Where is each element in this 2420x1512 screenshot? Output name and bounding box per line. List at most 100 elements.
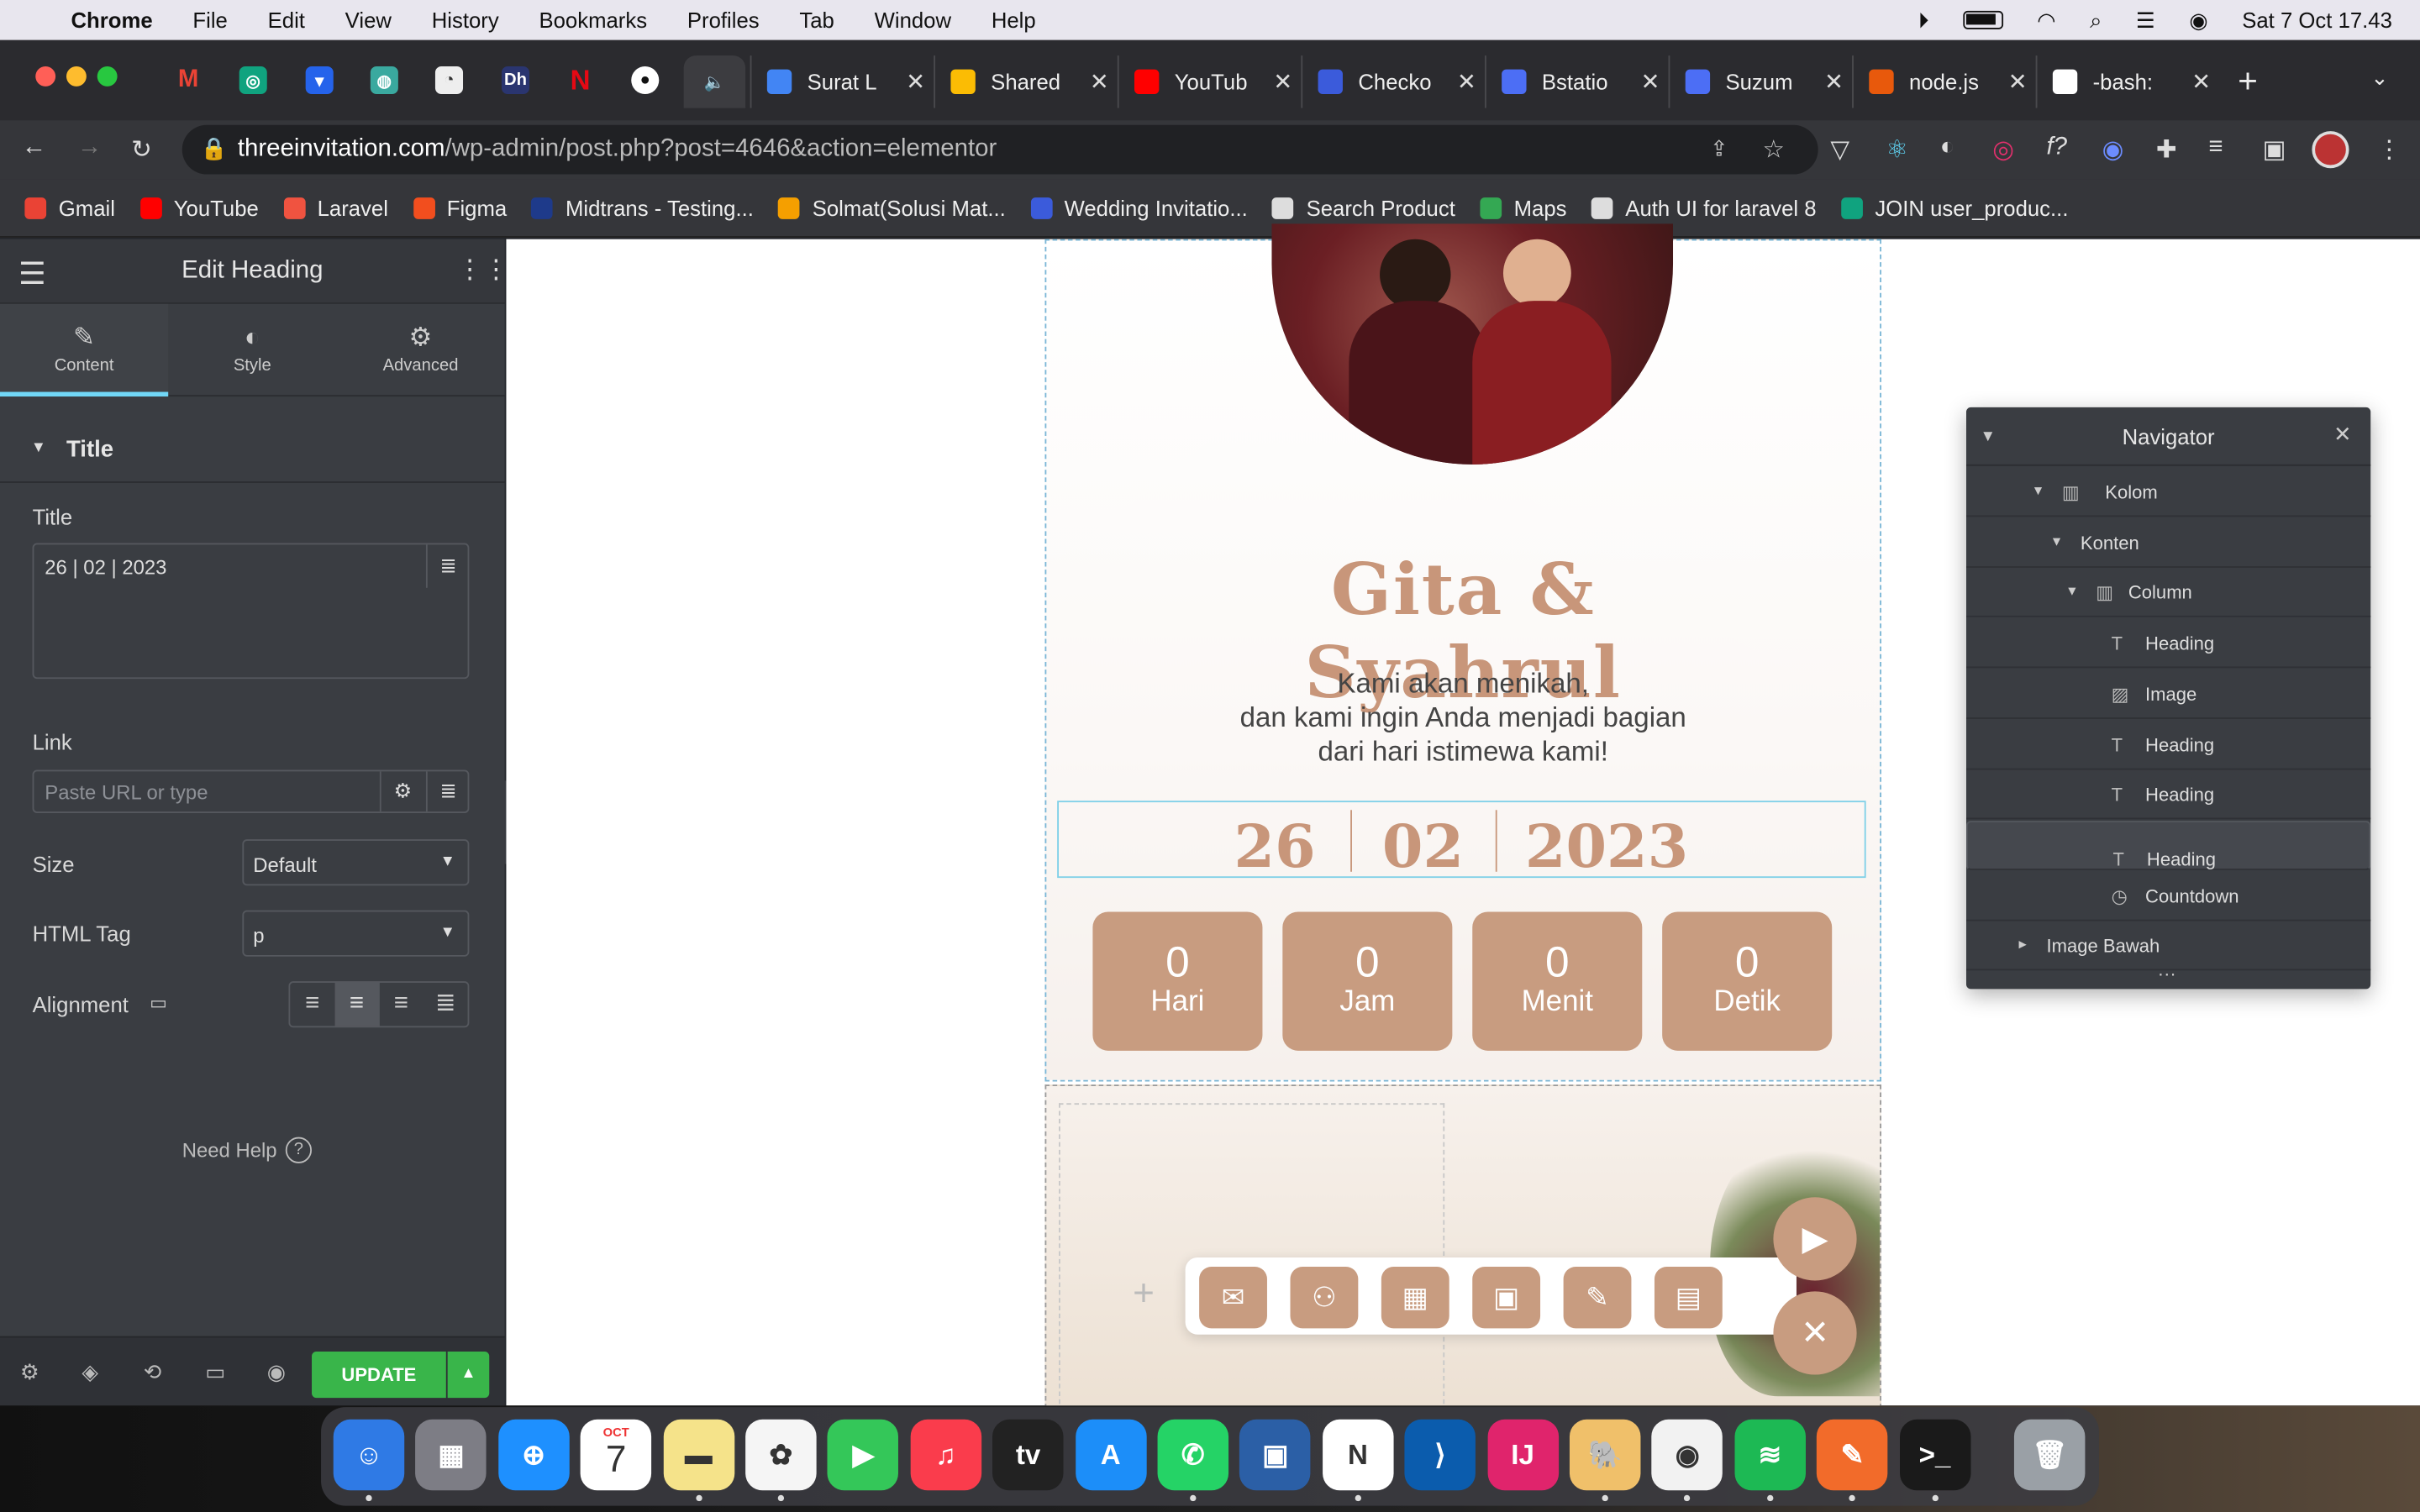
section-title-header[interactable]: ▼ Title <box>0 421 505 483</box>
forward-arrow-icon[interactable]: → <box>77 134 102 162</box>
menu-edit[interactable]: Edit <box>268 8 305 32</box>
need-help-link[interactable]: Need Help <box>182 1139 277 1163</box>
browser-tab[interactable]: YouTub ✕ <box>1117 55 1292 108</box>
address-bar[interactable]: 🔒 threeinvitation.com/wp-admin/post.php?… <box>182 124 1818 175</box>
link-options-gear-icon[interactable]: ⚙ <box>379 771 424 812</box>
navigator-row[interactable]: T Heading <box>1966 770 2371 820</box>
dock-virtualbox-icon[interactable]: ▣ <box>1239 1419 1312 1491</box>
menu-rsvp-icon[interactable]: ✎ <box>1563 1266 1632 1329</box>
menubar-clock[interactable]: Sat 7 Oct 17.43 <box>2242 8 2392 32</box>
title-textarea[interactable]: 26 | 02 | 2023 ≣ <box>32 543 470 680</box>
bookmark-item[interactable]: Gmail <box>24 195 115 220</box>
dock-safari-icon[interactable]: ⊕ <box>497 1419 570 1491</box>
countdown-box-jam[interactable]: 0 Jam <box>1282 911 1453 1051</box>
responsive-mode-icon[interactable]: ▭ <box>205 1359 225 1385</box>
tab-close-icon[interactable]: ✕ <box>1273 68 1292 96</box>
dock-spotify-icon[interactable]: ≋ <box>1734 1419 1806 1491</box>
extension-instagram-icon[interactable]: ◎ <box>1992 134 2014 165</box>
align-center-icon[interactable]: ≡ <box>334 983 379 1026</box>
browser-tab[interactable]: Shared ✕ <box>934 55 1109 108</box>
bookmark-item[interactable]: Maps <box>1480 195 1567 220</box>
navigator-toggle-icon[interactable]: ▸ <box>2018 921 2026 971</box>
dock-whatsapp-icon[interactable]: ✆ <box>1157 1419 1229 1491</box>
menu-history[interactable]: History <box>432 8 499 32</box>
navigator-resize-handle[interactable]: ··· <box>2158 963 2176 984</box>
tab-style[interactable]: ◐ Style <box>168 304 336 396</box>
dock-chrome-icon[interactable]: ◉ <box>1652 1419 1723 1491</box>
share-icon[interactable]: ⇪ <box>1710 136 1728 162</box>
dock-facetime-icon[interactable]: ▶ <box>828 1419 899 1491</box>
menu-couple-icon[interactable]: ⚇ <box>1290 1266 1359 1329</box>
pinned-tab-dh-icon[interactable]: Dh <box>501 66 530 95</box>
bookmark-item[interactable]: Laravel <box>283 195 388 220</box>
menu-window[interactable]: Window <box>875 8 951 32</box>
pinned-tab-app-icon[interactable]: ◍ <box>370 66 398 95</box>
bookmark-item[interactable]: Search Product <box>1272 195 1455 220</box>
window-minimize-button[interactable] <box>66 66 87 87</box>
update-options-caret-icon[interactable]: ▲ <box>447 1351 490 1399</box>
menu-tab[interactable]: Tab <box>799 8 834 32</box>
tab-advanced[interactable]: ⚙ Advanced <box>336 304 504 396</box>
preview-eye-icon[interactable]: ◉ <box>267 1359 286 1385</box>
pinned-tab-chatgpt-icon[interactable]: ◎ <box>239 66 267 95</box>
menu-app-name[interactable]: Chrome <box>71 8 152 32</box>
dock-trash-icon[interactable]: 🗑 <box>2013 1419 2086 1491</box>
bookmark-star-icon[interactable]: ☆ <box>1763 134 1785 165</box>
spotlight-search-icon[interactable]: ⌕ <box>2090 7 2102 33</box>
media-play-icon[interactable]: ⏵ <box>1918 7 1929 33</box>
navigator-toggle-icon[interactable]: ▾ <box>2053 518 2060 568</box>
profile-avatar[interactable] <box>2312 131 2349 169</box>
menu-view[interactable]: View <box>345 8 392 32</box>
date-heading-selected[interactable]: 26 02 2023 <box>1057 801 1866 881</box>
html-tag-select[interactable]: p ▼ <box>242 910 470 957</box>
dock-finder-icon[interactable]: ☺ <box>333 1419 405 1491</box>
menu-file[interactable]: File <box>192 8 227 32</box>
tab-close-icon[interactable]: ✕ <box>1824 68 1844 96</box>
align-left-icon[interactable]: ≡ <box>290 983 334 1026</box>
navigator-layers-icon[interactable]: ◈ <box>82 1359 98 1385</box>
navigator-toggle-icon[interactable]: ▾ <box>2034 468 2042 517</box>
intro-heading[interactable]: Kami akan menikah, dan kami ingin Anda m… <box>1170 666 1756 768</box>
tab-search-chevron-icon[interactable]: ⌄ <box>2370 65 2389 91</box>
pinned-tab-ebanx-icon[interactable]: ◔ <box>434 66 464 95</box>
bookmark-item[interactable]: YouTube <box>139 195 259 220</box>
tab-close-icon[interactable]: ✕ <box>906 68 925 96</box>
bookmark-item[interactable]: Wedding Invitatio... <box>1030 195 1248 220</box>
browser-tab[interactable]: node.js ✕ <box>1852 55 2028 108</box>
menu-gallery-icon[interactable]: ▣ <box>1472 1266 1541 1329</box>
dock-calendar-icon[interactable]: OCT 7 <box>580 1419 652 1491</box>
align-justify-icon[interactable]: ≣ <box>424 983 468 1026</box>
navigator-row[interactable]: T Heading <box>1966 619 2371 669</box>
extension-font-icon[interactable]: f? <box>2047 134 2068 162</box>
bookmark-item[interactable]: Auth UI for laravel 8 <box>1591 195 1817 220</box>
dock-photos-icon[interactable]: ✿ <box>745 1419 817 1491</box>
navigator-row[interactable]: ▾ Konten <box>1966 518 2371 568</box>
pinned-tab-gmail-icon[interactable]: M <box>175 66 203 94</box>
control-center-icon[interactable]: ☰ <box>2136 7 2155 33</box>
tab-close-icon[interactable]: ✕ <box>1640 68 1660 96</box>
browser-tab[interactable]: Suzum ✕ <box>1668 55 1844 108</box>
menu-profiles[interactable]: Profiles <box>687 8 760 32</box>
lock-icon[interactable]: 🔒 <box>201 136 228 162</box>
countdown-box-menit[interactable]: 0 Menit <box>1472 911 1643 1051</box>
dock-apple-tv-icon[interactable]: tv <box>992 1419 1064 1491</box>
extension-circle-icon[interactable]: ◐ <box>1940 134 1955 162</box>
add-element-plus-icon[interactable]: + <box>1133 1273 1155 1315</box>
widgets-grid-icon[interactable]: ⋮⋮ <box>457 255 509 286</box>
countdown-box-hari[interactable]: 0 Hari <box>1092 911 1263 1051</box>
window-zoom-button[interactable] <box>97 66 118 87</box>
browser-tab[interactable]: Checko ✕ <box>1301 55 1476 108</box>
dock-music-icon[interactable]: ♫ <box>910 1419 981 1491</box>
dock-notion-icon[interactable]: N <box>1322 1419 1394 1491</box>
help-question-icon[interactable]: ? <box>285 1137 313 1163</box>
navigator-row[interactable]: ▨ Image <box>1966 669 2371 719</box>
extension-blue-icon[interactable]: ◉ <box>2102 134 2124 165</box>
dock-terminal-icon[interactable]: >_ <box>1899 1419 1970 1491</box>
side-panel-icon[interactable]: ▣ <box>2263 134 2286 165</box>
navigator-row[interactable]: ▾ ▥ Kolom <box>1966 468 2371 517</box>
window-close-button[interactable] <box>35 66 56 87</box>
navigator-toggle-icon[interactable]: ▾ <box>2068 569 2075 618</box>
bookmark-item[interactable]: Solmat(Solusi Mat... <box>778 195 1006 220</box>
link-dynamic-tags-icon[interactable]: ≣ <box>425 771 469 812</box>
desktop-responsive-icon[interactable]: ▭ <box>150 992 167 1014</box>
